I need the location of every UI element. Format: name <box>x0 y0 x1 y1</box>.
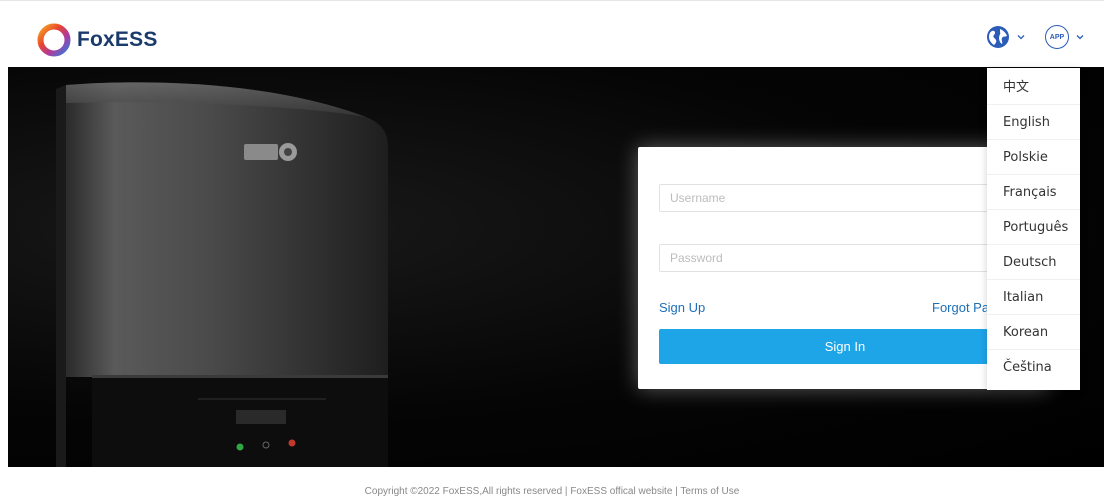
forgot-password-link[interactable]: Forgot Pa <box>932 300 989 315</box>
language-selector[interactable] <box>986 25 1026 49</box>
footer-separator: | <box>564 486 568 497</box>
copyright-text: Copyright ©2022 FoxESS,All rights reserv… <box>364 486 563 497</box>
foxess-logo-icon <box>37 23 71 57</box>
chevron-down-icon <box>1017 35 1025 40</box>
language-option-korean[interactable]: Korean <box>987 315 1080 350</box>
globe-icon <box>987 26 1009 48</box>
language-option-italian[interactable]: Italian <box>987 280 1080 315</box>
language-option-french[interactable]: Français <box>987 175 1080 210</box>
inverter-image <box>56 82 388 467</box>
terms-of-use-link[interactable]: Terms of Use <box>680 486 739 497</box>
official-website-link[interactable]: FoxESS offical website <box>570 486 672 497</box>
language-option-czech[interactable]: Čeština <box>987 350 1080 385</box>
chevron-down-icon <box>1076 35 1084 40</box>
app-download-selector[interactable]: APP <box>1045 25 1085 49</box>
username-input[interactable] <box>659 184 1031 212</box>
language-option-german[interactable]: Deutsch <box>987 245 1080 280</box>
sign-in-button[interactable]: Sign In <box>659 329 1031 364</box>
footer-separator: | <box>675 486 678 497</box>
language-option-english[interactable]: English <box>987 105 1080 140</box>
brand-logo[interactable]: FoxESS <box>37 23 158 57</box>
sign-up-link[interactable]: Sign Up <box>659 300 705 315</box>
password-input[interactable] <box>659 244 1031 272</box>
language-option-polish[interactable]: Polskie <box>987 140 1080 175</box>
language-option-portuguese[interactable]: Português <box>987 210 1080 245</box>
app-icon: APP <box>1045 25 1069 49</box>
page-footer: Copyright ©2022 FoxESS,All rights reserv… <box>0 486 1104 497</box>
language-dropdown-menu: 中文 English Polskie Français Português De… <box>987 68 1080 390</box>
login-page: FoxESS APP Username Sign Up Forgot Pa Si… <box>0 0 1104 501</box>
top-header: FoxESS APP <box>0 0 1104 67</box>
brand-name: FoxESS <box>77 28 158 51</box>
language-option-chinese[interactable]: 中文 <box>987 70 1080 105</box>
